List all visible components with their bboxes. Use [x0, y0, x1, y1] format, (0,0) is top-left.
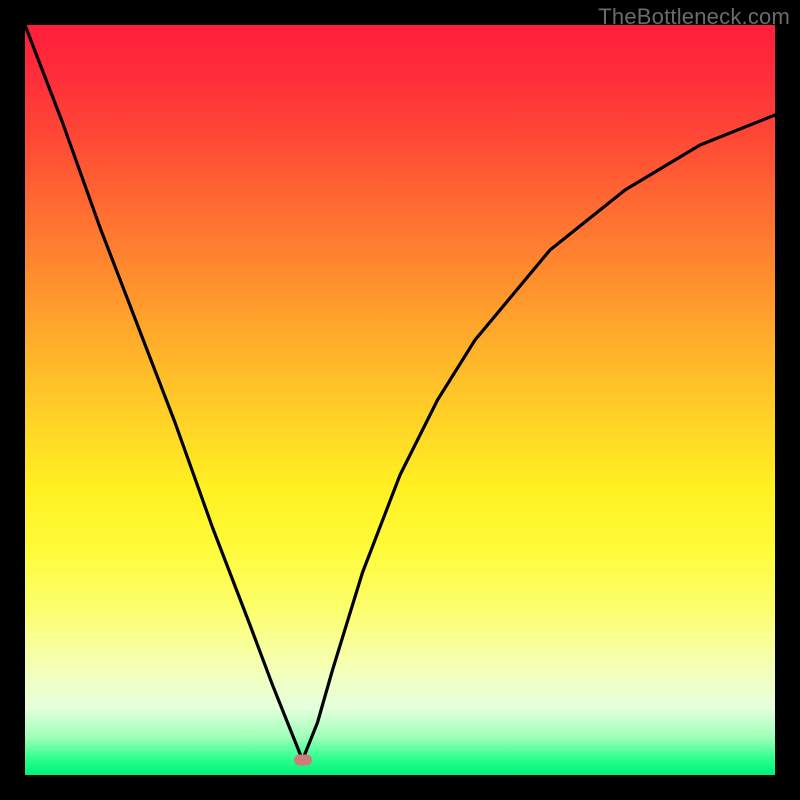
bottleneck-curve [25, 25, 775, 775]
optimal-point-marker [294, 755, 312, 766]
plot-area [25, 25, 775, 775]
watermark-text: TheBottleneck.com [598, 4, 790, 30]
chart-frame: TheBottleneck.com [0, 0, 800, 800]
